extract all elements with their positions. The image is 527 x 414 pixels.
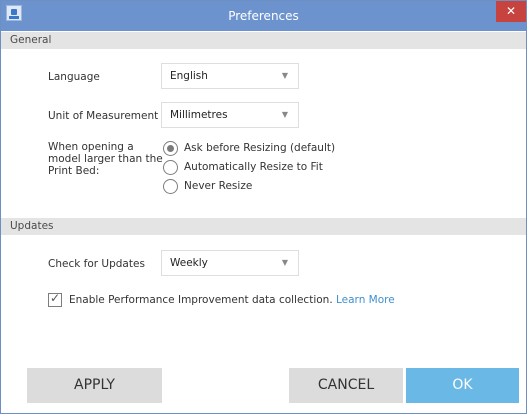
radio-button[interactable] [163,160,178,175]
radio-button[interactable] [163,179,178,194]
apply-button[interactable]: APPLY [27,368,162,403]
language-select[interactable]: English ▼ [161,63,299,89]
performance-text: Enable Performance Improvement data coll… [69,294,333,306]
chevron-down-icon: ▼ [281,71,288,80]
language-value: English [170,70,208,82]
learn-more-link[interactable]: Learn More [336,294,395,306]
close-icon: ✕ [505,4,517,18]
check-updates-label: Check for Updates [48,258,145,270]
radio-label: Automatically Resize to Fit [184,161,323,173]
resize-label: When opening a model larger than the Pri… [48,141,163,177]
radio-label: Never Resize [184,180,253,192]
preferences-dialog: Preferences ✕ General Language English ▼… [0,0,527,414]
window-title: Preferences [228,9,299,23]
performance-label: Enable Performance Improvement data coll… [69,294,395,306]
check-updates-value: Weekly [170,257,208,269]
title-bar: Preferences ✕ [1,1,526,31]
resize-label-line: When opening a [48,141,134,153]
language-label: Language [48,71,100,83]
section-header-general: General [1,32,526,49]
performance-checkbox[interactable] [48,291,62,307]
section-header-updates: Updates [1,218,526,235]
resize-label-line: Print Bed: [48,165,100,177]
unit-value: Millimetres [170,109,228,121]
resize-label-line: model larger than the [48,153,163,165]
close-button[interactable]: ✕ [496,1,526,22]
radio-label: Ask before Resizing (default) [184,142,336,154]
unit-label: Unit of Measurement [48,110,159,122]
unit-select[interactable]: Millimetres ▼ [161,102,299,128]
chevron-down-icon: ▼ [281,110,288,119]
ok-button[interactable]: OK [406,368,519,403]
cancel-button[interactable]: CANCEL [289,368,403,403]
radio-button[interactable] [163,141,178,156]
chevron-down-icon: ▼ [281,258,288,267]
check-updates-select[interactable]: Weekly ▼ [161,250,299,276]
